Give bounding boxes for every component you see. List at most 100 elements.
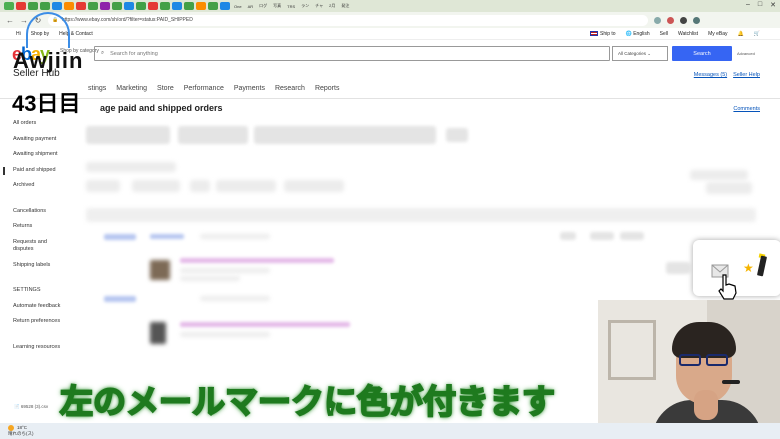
item-thumbnail[interactable] bbox=[150, 322, 166, 344]
sort-control[interactable] bbox=[690, 170, 748, 180]
search-orders-button[interactable] bbox=[446, 128, 468, 142]
filter-chip[interactable] bbox=[132, 180, 180, 192]
tab-label[interactable]: TRS bbox=[285, 4, 297, 9]
tab-icon[interactable] bbox=[28, 2, 38, 10]
close-icon[interactable]: ✕ bbox=[770, 1, 776, 9]
sell-link[interactable]: Sell bbox=[660, 31, 668, 37]
nav-research[interactable]: Research bbox=[275, 85, 305, 92]
order-date bbox=[200, 296, 270, 301]
nav-reports[interactable]: Reports bbox=[315, 85, 340, 92]
tab-icon[interactable] bbox=[124, 2, 134, 10]
customize-button[interactable] bbox=[706, 182, 752, 194]
tab-label[interactable]: ログ bbox=[257, 3, 269, 9]
sidebar-item-awaiting-shipment[interactable]: Awaiting shipment bbox=[13, 151, 58, 157]
sidebar-item-learning-resources[interactable]: Learning resources bbox=[13, 344, 60, 350]
tab-icon[interactable] bbox=[172, 2, 182, 10]
sidebar-item-all-orders[interactable]: All orders bbox=[13, 120, 36, 126]
nav-store[interactable]: Store bbox=[157, 85, 174, 92]
seller-help-link[interactable]: Seller Help bbox=[733, 72, 760, 78]
item-title-link[interactable] bbox=[180, 258, 334, 263]
item-thumbnail[interactable] bbox=[150, 260, 170, 280]
cart-icon[interactable]: 🛒 bbox=[754, 31, 760, 37]
tab-label[interactable]: 発注 bbox=[339, 3, 351, 9]
sidebar-item-returns[interactable]: Returns bbox=[13, 223, 32, 229]
tab-label[interactable]: チャ bbox=[313, 3, 325, 9]
search-orders-field[interactable] bbox=[254, 126, 436, 144]
extension-icon[interactable] bbox=[654, 16, 661, 24]
tab-icon[interactable] bbox=[64, 2, 74, 10]
maximize-icon[interactable]: □ bbox=[758, 1, 762, 9]
tab-icon[interactable] bbox=[52, 2, 62, 10]
sidebar-section-settings: SETTINGS bbox=[13, 287, 41, 293]
action-button[interactable] bbox=[666, 262, 690, 274]
filter-field[interactable] bbox=[178, 126, 248, 144]
filter-chip[interactable] bbox=[190, 180, 210, 192]
greeting: Hi bbox=[16, 30, 21, 37]
tab-icon[interactable] bbox=[136, 2, 146, 10]
url-input[interactable]: 🔒 https://www.ebay.com/sh/ord/?filter=st… bbox=[48, 14, 648, 26]
tab-icon[interactable] bbox=[76, 2, 86, 10]
address-bar-row: ← → ↻ 🔒 https://www.ebay.com/sh/ord/?fil… bbox=[0, 12, 780, 28]
minimize-icon[interactable]: – bbox=[746, 1, 750, 9]
tab-label[interactable]: AR bbox=[246, 4, 256, 9]
sidebar-item-archived[interactable]: Archived bbox=[13, 182, 34, 188]
nav-listings[interactable]: stings bbox=[88, 85, 106, 92]
back-icon[interactable]: ← bbox=[6, 16, 14, 25]
weather-widget[interactable]: 18°C 晴れのち(ス) bbox=[8, 425, 34, 436]
tab-icon[interactable] bbox=[112, 2, 122, 10]
tab-label[interactable]: 2月 bbox=[327, 3, 337, 9]
tab-icon[interactable] bbox=[196, 2, 206, 10]
profile-avatar[interactable] bbox=[693, 16, 700, 24]
search-input[interactable]: ⌕ Search for anything bbox=[94, 46, 610, 61]
messages-link[interactable]: Messages (5) bbox=[694, 72, 727, 78]
sidebar-item-awaiting-payment[interactable]: Awaiting payment bbox=[13, 136, 56, 142]
extension-icon[interactable] bbox=[680, 16, 687, 24]
filter-chip[interactable] bbox=[216, 180, 276, 192]
filter-chip[interactable] bbox=[284, 180, 344, 192]
advanced-search-link[interactable]: Advanced bbox=[737, 51, 755, 56]
tab-icon[interactable] bbox=[220, 2, 230, 10]
search-button[interactable]: Search bbox=[672, 46, 732, 61]
filter-field[interactable] bbox=[86, 126, 170, 144]
comments-link[interactable]: Comments bbox=[733, 106, 760, 112]
star-icon[interactable]: ★ bbox=[743, 261, 754, 275]
sidebar-item-paid-shipped[interactable]: Paid and shipped bbox=[13, 167, 56, 173]
tab-icon[interactable] bbox=[184, 2, 194, 10]
sidebar-item-requests-disputes[interactable]: Requests and disputes bbox=[13, 239, 59, 253]
tab-icon[interactable] bbox=[148, 2, 158, 10]
tab-icon[interactable] bbox=[4, 2, 14, 10]
item-meta bbox=[180, 276, 240, 281]
tab-label[interactable]: ラン bbox=[299, 3, 311, 9]
browser-tab-bar: One AR ログ 写真 TRS ラン チャ 2月 発注 – □ ✕ bbox=[0, 0, 780, 12]
sidebar-item-cancellations[interactable]: Cancellations bbox=[13, 208, 46, 214]
tab-icon[interactable] bbox=[100, 2, 110, 10]
category-select[interactable]: All Categories ⌄ bbox=[612, 46, 668, 61]
nav-payments[interactable]: Payments bbox=[234, 85, 265, 92]
my-ebay-link[interactable]: My eBay bbox=[708, 31, 727, 37]
pen-icon[interactable] bbox=[756, 255, 768, 277]
sidebar-item-return-preferences[interactable]: Return preferences bbox=[13, 318, 60, 324]
tab-icon[interactable] bbox=[160, 2, 170, 10]
download-file-chip[interactable]: 📄 69528 (3).csv bbox=[14, 404, 48, 410]
item-title-link[interactable] bbox=[180, 322, 350, 327]
bell-icon[interactable]: 🔔 bbox=[738, 31, 744, 37]
order-number-link[interactable] bbox=[104, 234, 136, 240]
sidebar-item-shipping-labels[interactable]: Shipping labels bbox=[13, 262, 50, 268]
filter-chip[interactable] bbox=[86, 180, 120, 192]
extension-icon[interactable] bbox=[667, 16, 674, 24]
tab-icon[interactable] bbox=[16, 2, 26, 10]
order-number-link[interactable] bbox=[104, 296, 136, 302]
tab-icon[interactable] bbox=[40, 2, 50, 10]
tab-icon[interactable] bbox=[208, 2, 218, 10]
language-select[interactable]: 🌐 English bbox=[626, 31, 650, 37]
sidebar-item-automate-feedback[interactable]: Automate feedback bbox=[13, 303, 60, 309]
tab-icon[interactable] bbox=[88, 2, 98, 10]
ship-to[interactable]: Ship to bbox=[590, 31, 616, 37]
nav-performance[interactable]: Performance bbox=[184, 85, 224, 92]
tab-label[interactable]: One bbox=[232, 4, 244, 9]
watchlist-link[interactable]: Watchlist bbox=[678, 31, 698, 37]
forward-icon[interactable]: → bbox=[20, 16, 28, 25]
buyer-link[interactable] bbox=[150, 234, 184, 239]
nav-marketing[interactable]: Marketing bbox=[116, 85, 147, 92]
tab-label[interactable]: 写真 bbox=[271, 3, 283, 9]
